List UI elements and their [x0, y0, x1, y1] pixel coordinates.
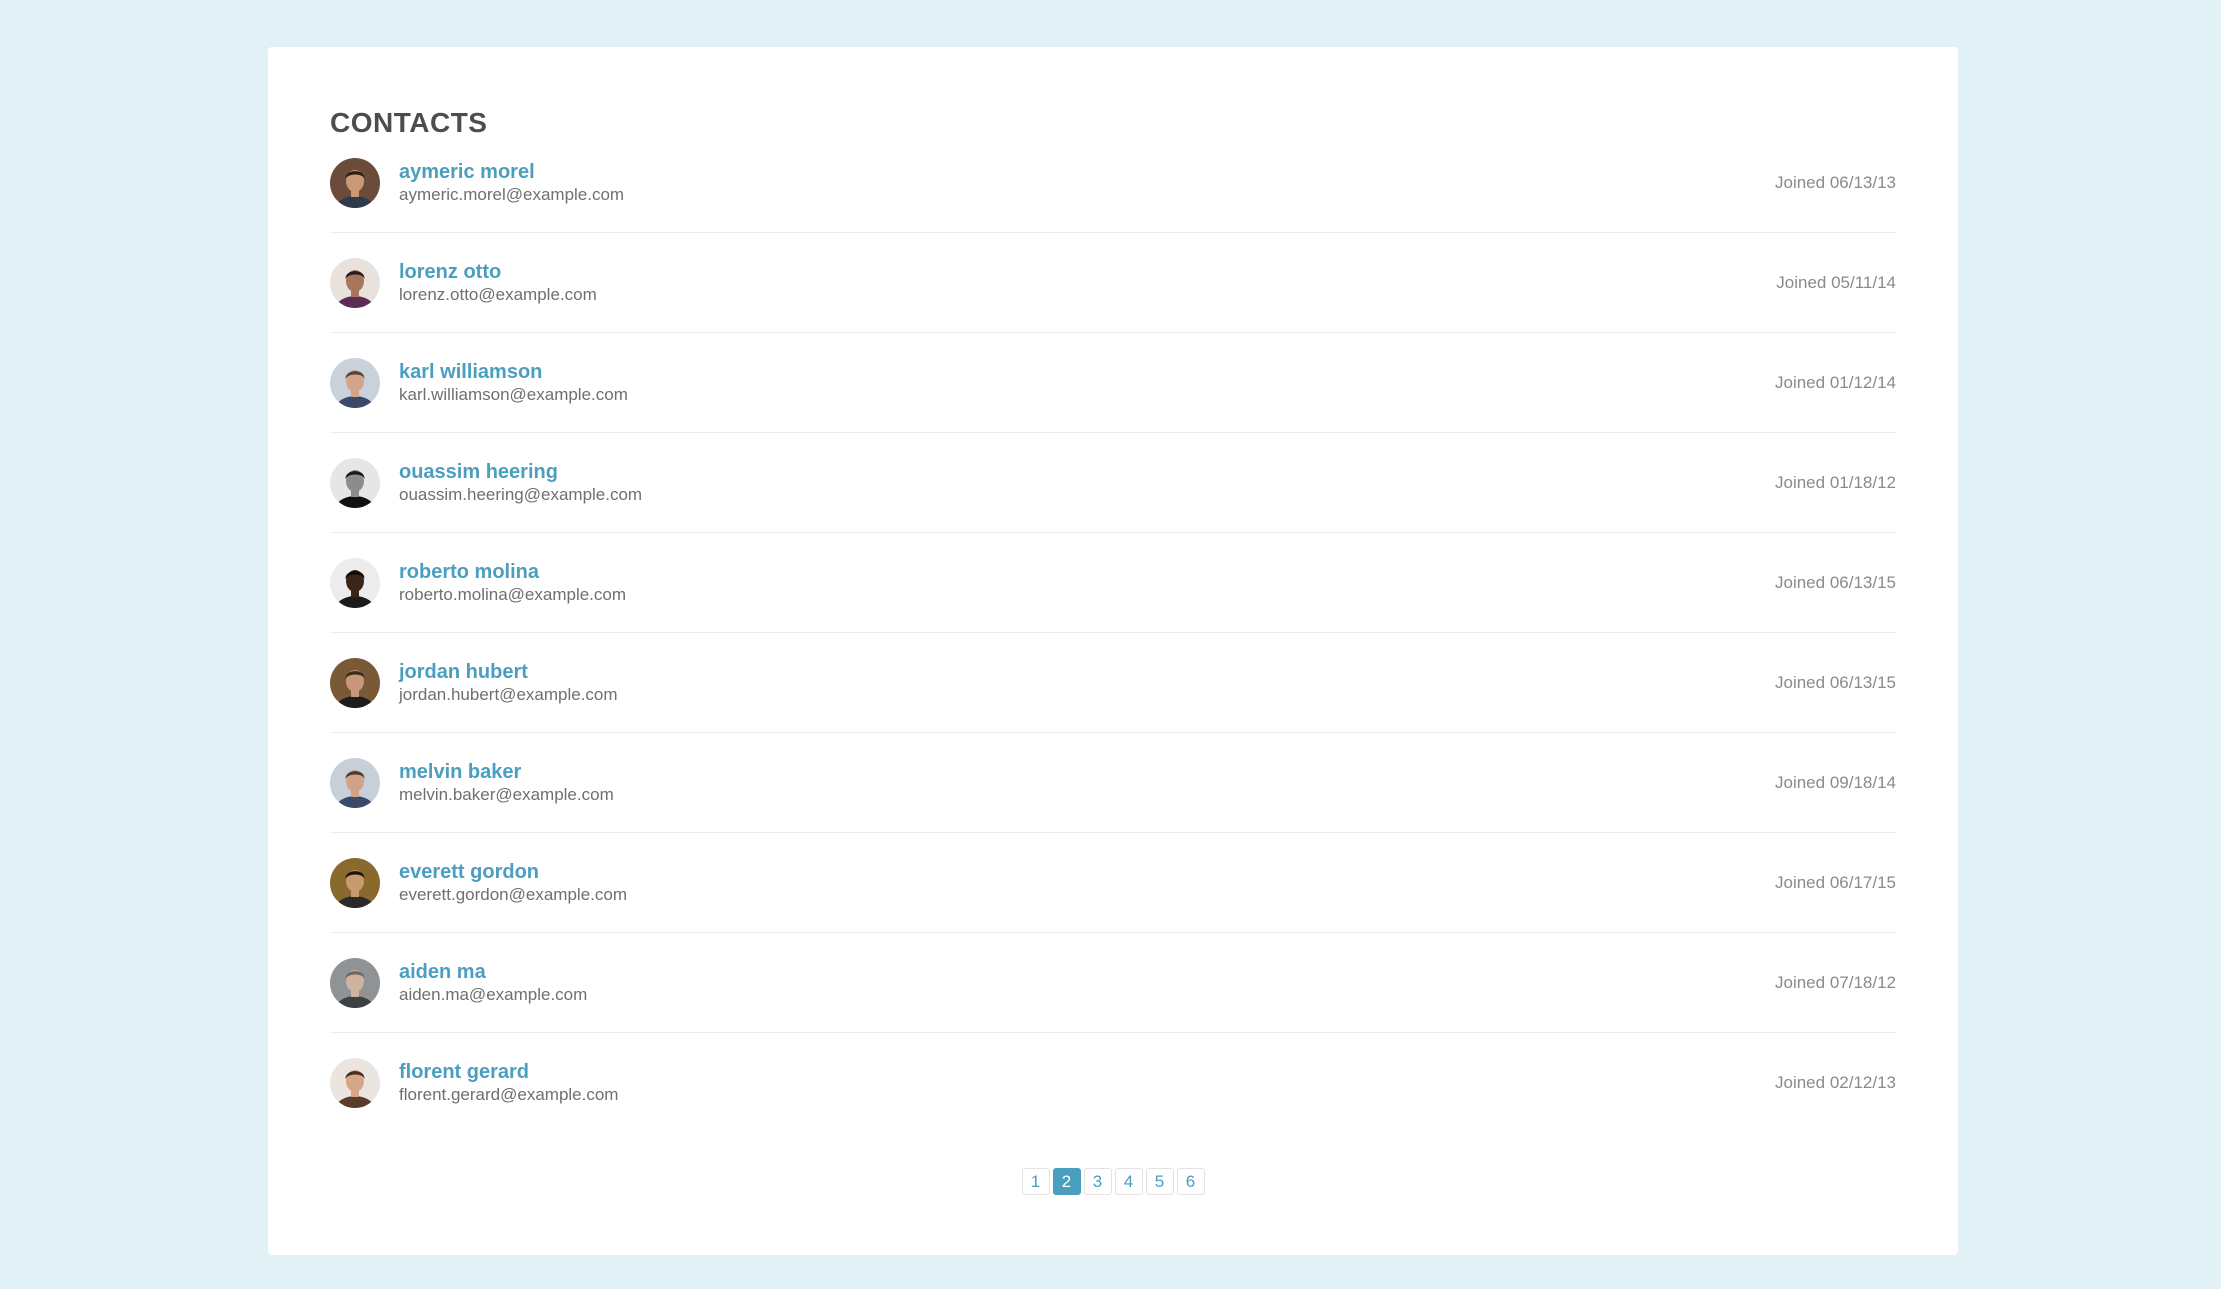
contact-info: jordan hubert jordan.hubert@example.com: [399, 660, 1775, 706]
avatar-photo-icon: [330, 1058, 380, 1108]
page-button-2[interactable]: 2: [1052, 1168, 1081, 1195]
contact-email: ouassim.heering@example.com: [399, 484, 643, 504]
contact-info: ouassim heering ouassim.heering@example.…: [399, 460, 1775, 506]
contact-row[interactable]: ouassim heering ouassim.heering@example.…: [330, 433, 1896, 533]
avatar[interactable]: [330, 957, 380, 1008]
avatar-photo-icon: [330, 457, 380, 508]
contact-email: aiden.ma@example.com: [399, 984, 588, 1004]
avatar[interactable]: [330, 157, 380, 208]
contact-name[interactable]: melvin baker: [399, 760, 1775, 784]
contact-email: florent.gerard@example.com: [399, 1085, 619, 1104]
page-button-4[interactable]: 4: [1114, 1168, 1143, 1195]
avatar[interactable]: [330, 757, 380, 808]
contact-name[interactable]: jordan hubert: [399, 660, 1775, 684]
contact-email: lorenz.otto@example.com: [399, 284, 597, 304]
avatar-photo-icon: [330, 557, 380, 608]
contact-row[interactable]: everett gordon everett.gordon@example.co…: [330, 833, 1896, 933]
avatar[interactable]: [330, 557, 380, 608]
page-button-6[interactable]: 6: [1176, 1168, 1205, 1195]
avatar-photo-icon: [330, 257, 380, 308]
contact-info: aiden ma aiden.ma@example.com: [399, 960, 1775, 1006]
contact-email: roberto.molina@example.com: [399, 584, 627, 604]
contact-email: melvin.baker@example.com: [399, 784, 614, 804]
contact-joined-date: Joined 06/13/13: [1775, 172, 1896, 192]
contacts-card: CONTACTS aymeric morel aymeric.morel@exa…: [268, 47, 1958, 1255]
page-button-5[interactable]: 5: [1145, 1168, 1174, 1195]
avatar[interactable]: [330, 357, 380, 408]
contact-name[interactable]: aiden ma: [399, 960, 1775, 984]
contact-info: melvin baker melvin.baker@example.com: [399, 760, 1775, 806]
avatar[interactable]: [330, 857, 380, 908]
contact-row[interactable]: karl williamson karl.williamson@example.…: [330, 333, 1896, 433]
avatar-photo-icon: [330, 157, 380, 208]
contact-joined-date: Joined 06/17/15: [1775, 872, 1896, 892]
contact-joined-date: Joined 02/12/13: [1775, 1073, 1896, 1092]
avatar-photo-icon: [330, 757, 380, 808]
contact-info: roberto molina roberto.molina@example.co…: [399, 560, 1775, 606]
contact-joined-date: Joined 07/18/12: [1775, 972, 1896, 992]
contact-row[interactable]: roberto molina roberto.molina@example.co…: [330, 533, 1896, 633]
contact-name[interactable]: ouassim heering: [399, 460, 1775, 484]
avatar-photo-icon: [330, 957, 380, 1008]
contact-row[interactable]: aiden ma aiden.ma@example.com Joined 07/…: [330, 933, 1896, 1033]
avatar[interactable]: [330, 657, 380, 708]
contact-joined-date: Joined 01/18/12: [1775, 472, 1896, 492]
contact-email: karl.williamson@example.com: [399, 384, 628, 404]
contact-row[interactable]: aymeric morel aymeric.morel@example.com …: [330, 133, 1896, 233]
contact-row[interactable]: jordan hubert jordan.hubert@example.com …: [330, 633, 1896, 733]
contact-name[interactable]: aymeric morel: [399, 160, 1775, 184]
contact-email: everett.gordon@example.com: [399, 884, 627, 904]
avatar[interactable]: [330, 257, 380, 308]
contact-joined-date: Joined 05/11/14: [1776, 272, 1896, 292]
avatar-photo-icon: [330, 357, 380, 408]
contact-joined-date: Joined 06/13/15: [1775, 672, 1896, 692]
contact-info: florent gerard florent.gerard@example.co…: [399, 1060, 1775, 1106]
contact-name[interactable]: lorenz otto: [399, 260, 1776, 284]
contact-list: aymeric morel aymeric.morel@example.com …: [330, 133, 1896, 1133]
contact-email: jordan.hubert@example.com: [399, 684, 618, 704]
contact-info: everett gordon everett.gordon@example.co…: [399, 860, 1775, 906]
avatar-photo-icon: [330, 657, 380, 708]
avatar[interactable]: [330, 457, 380, 508]
page-button-3[interactable]: 3: [1083, 1168, 1112, 1195]
contact-row[interactable]: florent gerard florent.gerard@example.co…: [330, 1033, 1896, 1133]
contact-row[interactable]: lorenz otto lorenz.otto@example.com Join…: [330, 233, 1896, 333]
contact-joined-date: Joined 06/13/15: [1775, 572, 1896, 592]
contact-info: lorenz otto lorenz.otto@example.com: [399, 260, 1776, 306]
contact-name[interactable]: roberto molina: [399, 560, 1775, 584]
contact-name[interactable]: everett gordon: [399, 860, 1775, 884]
contact-name[interactable]: karl williamson: [399, 360, 1775, 384]
contact-info: aymeric morel aymeric.morel@example.com: [399, 160, 1775, 206]
contact-email: aymeric.morel@example.com: [399, 184, 625, 204]
contact-joined-date: Joined 09/18/14: [1775, 772, 1896, 792]
contact-name[interactable]: florent gerard: [399, 1060, 1775, 1084]
contact-joined-date: Joined 01/12/14: [1775, 372, 1896, 392]
avatar[interactable]: [330, 1058, 380, 1108]
pagination: 123456: [268, 1168, 1958, 1195]
page-button-1[interactable]: 1: [1021, 1168, 1050, 1195]
contact-row[interactable]: melvin baker melvin.baker@example.com Jo…: [330, 733, 1896, 833]
contact-info: karl williamson karl.williamson@example.…: [399, 360, 1775, 406]
avatar-photo-icon: [330, 857, 380, 908]
